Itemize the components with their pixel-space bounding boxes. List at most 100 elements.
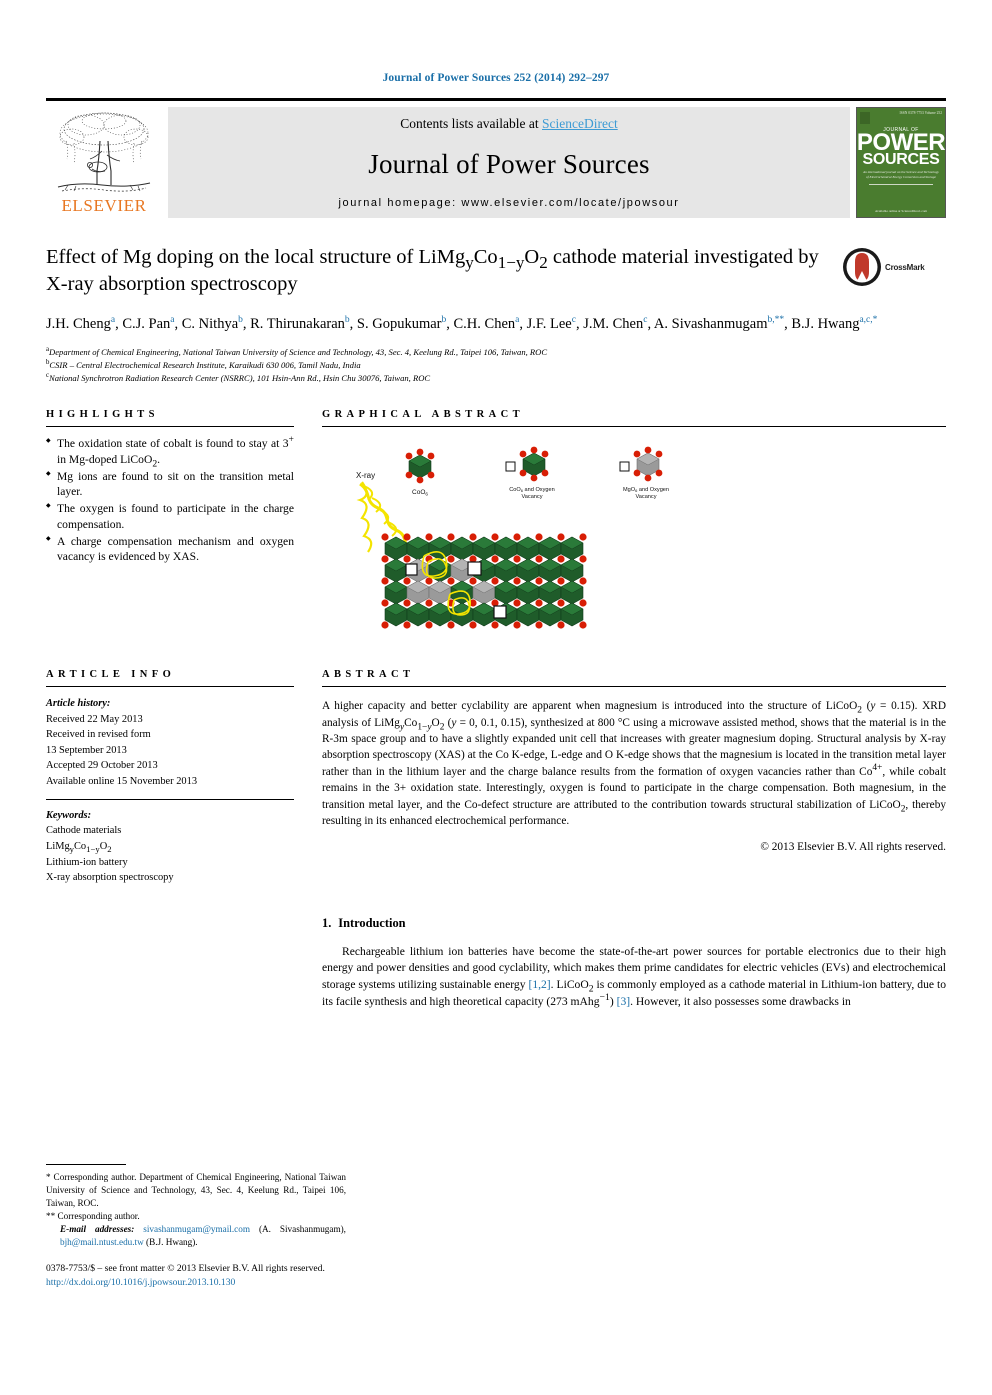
elsevier-wordmark: ELSEVIER xyxy=(61,196,147,215)
abstract-copyright: © 2013 Elsevier B.V. All rights reserved… xyxy=(760,840,946,853)
article-history-label: Article history: xyxy=(46,698,111,710)
cover-footer-text: Available online at ScienceDirect.com xyxy=(874,208,928,213)
articleinfo-and-abstract: ARTICLE INFO Article history: Received 2… xyxy=(46,669,946,886)
affiliation-list: aDepartment of Chemical Engineering, Nat… xyxy=(46,346,946,385)
author-mark: b xyxy=(238,315,243,326)
doi-link[interactable]: http://dx.doi.org/10.1016/j.jpowsour.201… xyxy=(46,1277,235,1288)
journal-cover-thumbnail: ISSN 0378-7753 Volume 252 JOURNAL OF POW… xyxy=(856,107,946,218)
sciencedirect-link[interactable]: ScienceDirect xyxy=(542,116,618,131)
abstract-section: ABSTRACT A higher capacity and better cy… xyxy=(322,669,946,886)
keywords-block: Keywords: Cathode materials LiMgyCo1−yO2… xyxy=(46,808,294,886)
history-item: Accepted 29 October 2013 xyxy=(46,760,158,772)
email-owner-2: (B.J. Hwang). xyxy=(146,1237,198,1248)
author-mark: a,c,* xyxy=(859,315,878,326)
list-item: A charge compensation mechanism and oxyg… xyxy=(46,534,294,566)
footnote-column xyxy=(46,916,294,1011)
xray-label: X-ray xyxy=(356,471,375,480)
elsevier-logo: ELSEVIER xyxy=(46,107,162,218)
email-owner-1: (A. Sivashanmugam), xyxy=(258,1224,346,1235)
footnote-divider xyxy=(46,1164,126,1165)
svg-text:MgO6 and Oxygen: MgO6 and Oxygen xyxy=(623,487,669,493)
author-mark: c xyxy=(571,315,576,326)
citation-link[interactable]: [3] xyxy=(617,995,631,1008)
page-title: Effect of Mg doping on the local structu… xyxy=(46,244,946,298)
divider xyxy=(322,686,946,688)
email-note: E-mail addresses: sivashanmugam@ymail.co… xyxy=(46,1223,346,1249)
affiliation-text: Department of Chemical Engineering, Nati… xyxy=(49,346,548,357)
introduction-section: 1. Introduction Rechargeable lithium ion … xyxy=(322,916,946,1011)
email-link-1[interactable]: sivashanmugam@ymail.com xyxy=(143,1224,250,1234)
keyword-item: LiMgyCo1−yO2 xyxy=(46,840,112,854)
section-title: Introduction xyxy=(338,915,406,930)
affiliation-item: cNational Synchrotron Radiation Research… xyxy=(46,372,946,385)
legend-coo6-vacancy: CoO6 and Oxygen Vacancy xyxy=(505,446,555,500)
keywords-label: Keywords: xyxy=(46,809,92,821)
lattice-slab xyxy=(381,533,587,629)
title-sub-1y: 1−y xyxy=(497,253,525,273)
history-item: Available online 15 November 2013 xyxy=(46,776,198,788)
highlights-section: HIGHLIGHTS The oxidation state of cobalt… xyxy=(46,409,294,641)
affiliation-text: National Synchrotron Radiation Research … xyxy=(49,372,431,383)
cover-sciencedirect-badge xyxy=(860,112,870,124)
contents-prefix: Contents lists available at xyxy=(400,116,542,131)
crossmark-icon xyxy=(843,248,881,286)
formula-sub: y xyxy=(69,843,74,854)
cover-power-word: POWER xyxy=(856,129,946,156)
keyword-item: Lithium-ion battery xyxy=(46,856,128,868)
formula-sub: 2 xyxy=(107,843,112,854)
email-label: E-mail addresses: xyxy=(60,1224,135,1235)
introduction-paragraph: Rechargeable lithium ion batteries have … xyxy=(322,944,946,1008)
cover-divider xyxy=(869,184,933,186)
running-head: Journal of Power Sources 252 (2014) 292–… xyxy=(382,72,610,84)
abstract-text: A higher capacity and better cyclability… xyxy=(322,700,946,827)
cover-blurb: An international journal on the Science … xyxy=(863,170,939,179)
title-block: Effect of Mg doping on the local structu… xyxy=(46,244,946,298)
footnote-block: * Corresponding author. Department of Ch… xyxy=(46,1164,346,1249)
issn-block: 0378-7753/$ – see front matter © 2013 El… xyxy=(46,1262,506,1291)
formula-sub: 2 xyxy=(152,458,158,470)
list-item: Mg ions are found to sit on the transiti… xyxy=(46,469,294,501)
citation-link[interactable]: [1,2] xyxy=(528,978,550,991)
author-mark: c xyxy=(643,315,648,326)
author-item: J.H. Chenga, C.J. Pana, C. Nithyab, R. T… xyxy=(46,315,878,333)
svg-text:CoO6: CoO6 xyxy=(412,489,428,497)
email-link-2[interactable]: bjh@mail.ntust.edu.tw xyxy=(60,1237,144,1247)
list-item: The oxygen is found to participate in th… xyxy=(46,501,294,533)
crossmark-badge[interactable]: CrossMark xyxy=(842,246,946,288)
section-number: 1. xyxy=(322,915,332,930)
author-mark: b xyxy=(344,315,350,326)
journal-title: Journal of Power Sources xyxy=(368,149,650,179)
cover-top-row: ISSN 0378-7753 Volume 252 xyxy=(860,111,942,124)
article-info-section: ARTICLE INFO Article history: Received 2… xyxy=(46,669,294,886)
author-mark: b,** xyxy=(767,315,785,326)
svg-text:Vacancy: Vacancy xyxy=(635,494,656,500)
highlights-heading: HIGHLIGHTS xyxy=(46,409,159,421)
contents-line: Contents lists available at ScienceDirec… xyxy=(400,116,617,132)
legend-mgo6-vacancy: MgO6 and Oxygen Vacancy xyxy=(619,446,669,500)
divider xyxy=(46,426,294,428)
divider xyxy=(46,798,294,800)
author-list: J.H. Chenga, C.J. Pana, C. Nithyab, R. T… xyxy=(46,314,946,336)
author-mark: b xyxy=(441,315,447,326)
corresponding-author-note-2: ** Corresponding author. xyxy=(46,1211,140,1222)
history-item: Received 22 May 2013 xyxy=(46,713,143,725)
crossmark-label: CrossMark xyxy=(885,262,925,272)
article-info-heading: ARTICLE INFO xyxy=(46,669,176,681)
crystal-structure-diagram: X-ray CoO6 CoO6 and Oxygen Vacancy MgO6 … xyxy=(356,446,669,629)
graphical-abstract-figure: X-ray CoO6 CoO6 and Oxygen Vacancy MgO6 … xyxy=(322,436,946,641)
svg-text:CoO6 and Oxygen: CoO6 and Oxygen xyxy=(509,487,554,493)
corresponding-author-note: * Corresponding author. Department of Ch… xyxy=(46,1172,346,1209)
introduction-heading: 1. Introduction xyxy=(322,916,946,931)
svg-text:Vacancy: Vacancy xyxy=(521,494,542,500)
highlights-and-graphical-abstract: HIGHLIGHTS The oxidation state of cobalt… xyxy=(46,409,946,641)
journal-homepage[interactable]: journal homepage: www.elsevier.com/locat… xyxy=(338,197,679,209)
article-history: Article history: Received 22 May 2013 Re… xyxy=(46,696,294,790)
title-line1-c: O xyxy=(524,246,540,268)
elsevier-tree-icon xyxy=(57,112,151,192)
cover-sources-word: SOURCES xyxy=(862,150,940,168)
author-mark: a xyxy=(515,315,520,326)
highlights-list: The oxidation state of cobalt is found t… xyxy=(46,435,294,566)
paper-page: Journal of Power Sources 252 (2014) 292–… xyxy=(0,72,992,1395)
keyword-item: X-ray absorption spectroscopy xyxy=(46,872,174,884)
list-item: The oxidation state of cobalt is found t… xyxy=(46,435,294,470)
